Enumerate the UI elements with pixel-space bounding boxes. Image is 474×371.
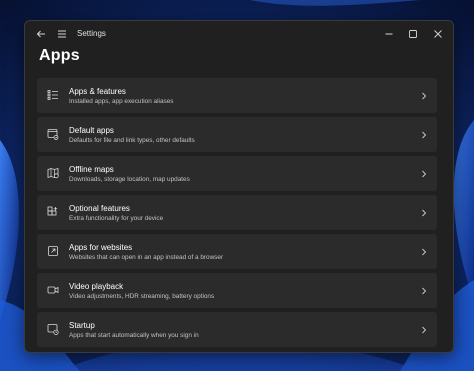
offline-maps-card[interactable]: Offline maps Downloads, storage location…: [37, 156, 437, 191]
hamburger-icon: [58, 30, 66, 38]
minimize-icon: [385, 33, 393, 35]
map-icon: [46, 166, 60, 180]
card-description: Downloads, storage location, map updates: [69, 176, 190, 183]
chevron-right-icon: [419, 324, 429, 335]
card-label: Apps & features: [69, 87, 126, 96]
back-button[interactable]: [31, 24, 51, 44]
optional-features-icon: [46, 205, 60, 219]
close-button[interactable]: [426, 24, 450, 44]
card-description: Apps that start automatically when you s…: [69, 332, 199, 339]
card-label: Apps for websites: [69, 243, 133, 252]
video-playback-card[interactable]: Video playback Video adjustments, HDR st…: [37, 273, 437, 308]
chevron-right-icon: [419, 246, 429, 257]
close-icon: [434, 30, 442, 38]
card-description: Extra functionality for your device: [69, 215, 164, 222]
chevron-right-icon: [419, 207, 429, 218]
navigation-menu-button[interactable]: [52, 24, 72, 44]
apps-list-icon: [46, 88, 60, 102]
startup-icon: [46, 322, 60, 336]
chevron-right-icon: [419, 285, 429, 296]
chevron-right-icon: [419, 129, 429, 140]
title-bar: Settings: [25, 21, 453, 47]
card-description: Installed apps, app execution aliases: [69, 98, 174, 105]
chevron-right-icon: [419, 90, 429, 101]
minimize-button[interactable]: [377, 24, 401, 44]
apps-for-websites-icon: [46, 244, 60, 258]
maximize-icon: [409, 30, 417, 38]
apps-for-websites-card[interactable]: Apps for websites Websites that can open…: [37, 234, 437, 269]
default-apps-icon: [46, 127, 60, 141]
chevron-right-icon: [419, 168, 429, 179]
window-title: Settings: [77, 29, 106, 38]
card-description: Video adjustments, HDR streaming, batter…: [69, 293, 215, 300]
page-title: Apps: [39, 47, 80, 64]
maximize-button[interactable]: [401, 24, 425, 44]
settings-window: Settings Apps Apps & features Installed …: [24, 20, 454, 353]
back-arrow-icon: [36, 30, 45, 38]
card-description: Websites that can open in an app instead…: [69, 254, 224, 261]
default-apps-card[interactable]: Default apps Defaults for file and link …: [37, 117, 437, 152]
card-label: Offline maps: [69, 165, 114, 174]
card-label: Video playback: [69, 282, 124, 291]
apps-and-features-card[interactable]: Apps & features Installed apps, app exec…: [37, 78, 437, 113]
video-icon: [46, 283, 60, 297]
card-label: Optional features: [69, 204, 130, 213]
optional-features-card[interactable]: Optional features Extra functionality fo…: [37, 195, 437, 230]
card-label: Startup: [69, 321, 95, 330]
card-description: Defaults for file and link types, other …: [69, 137, 195, 144]
startup-card[interactable]: Startup Apps that start automatically wh…: [37, 312, 437, 347]
card-label: Default apps: [69, 126, 114, 135]
